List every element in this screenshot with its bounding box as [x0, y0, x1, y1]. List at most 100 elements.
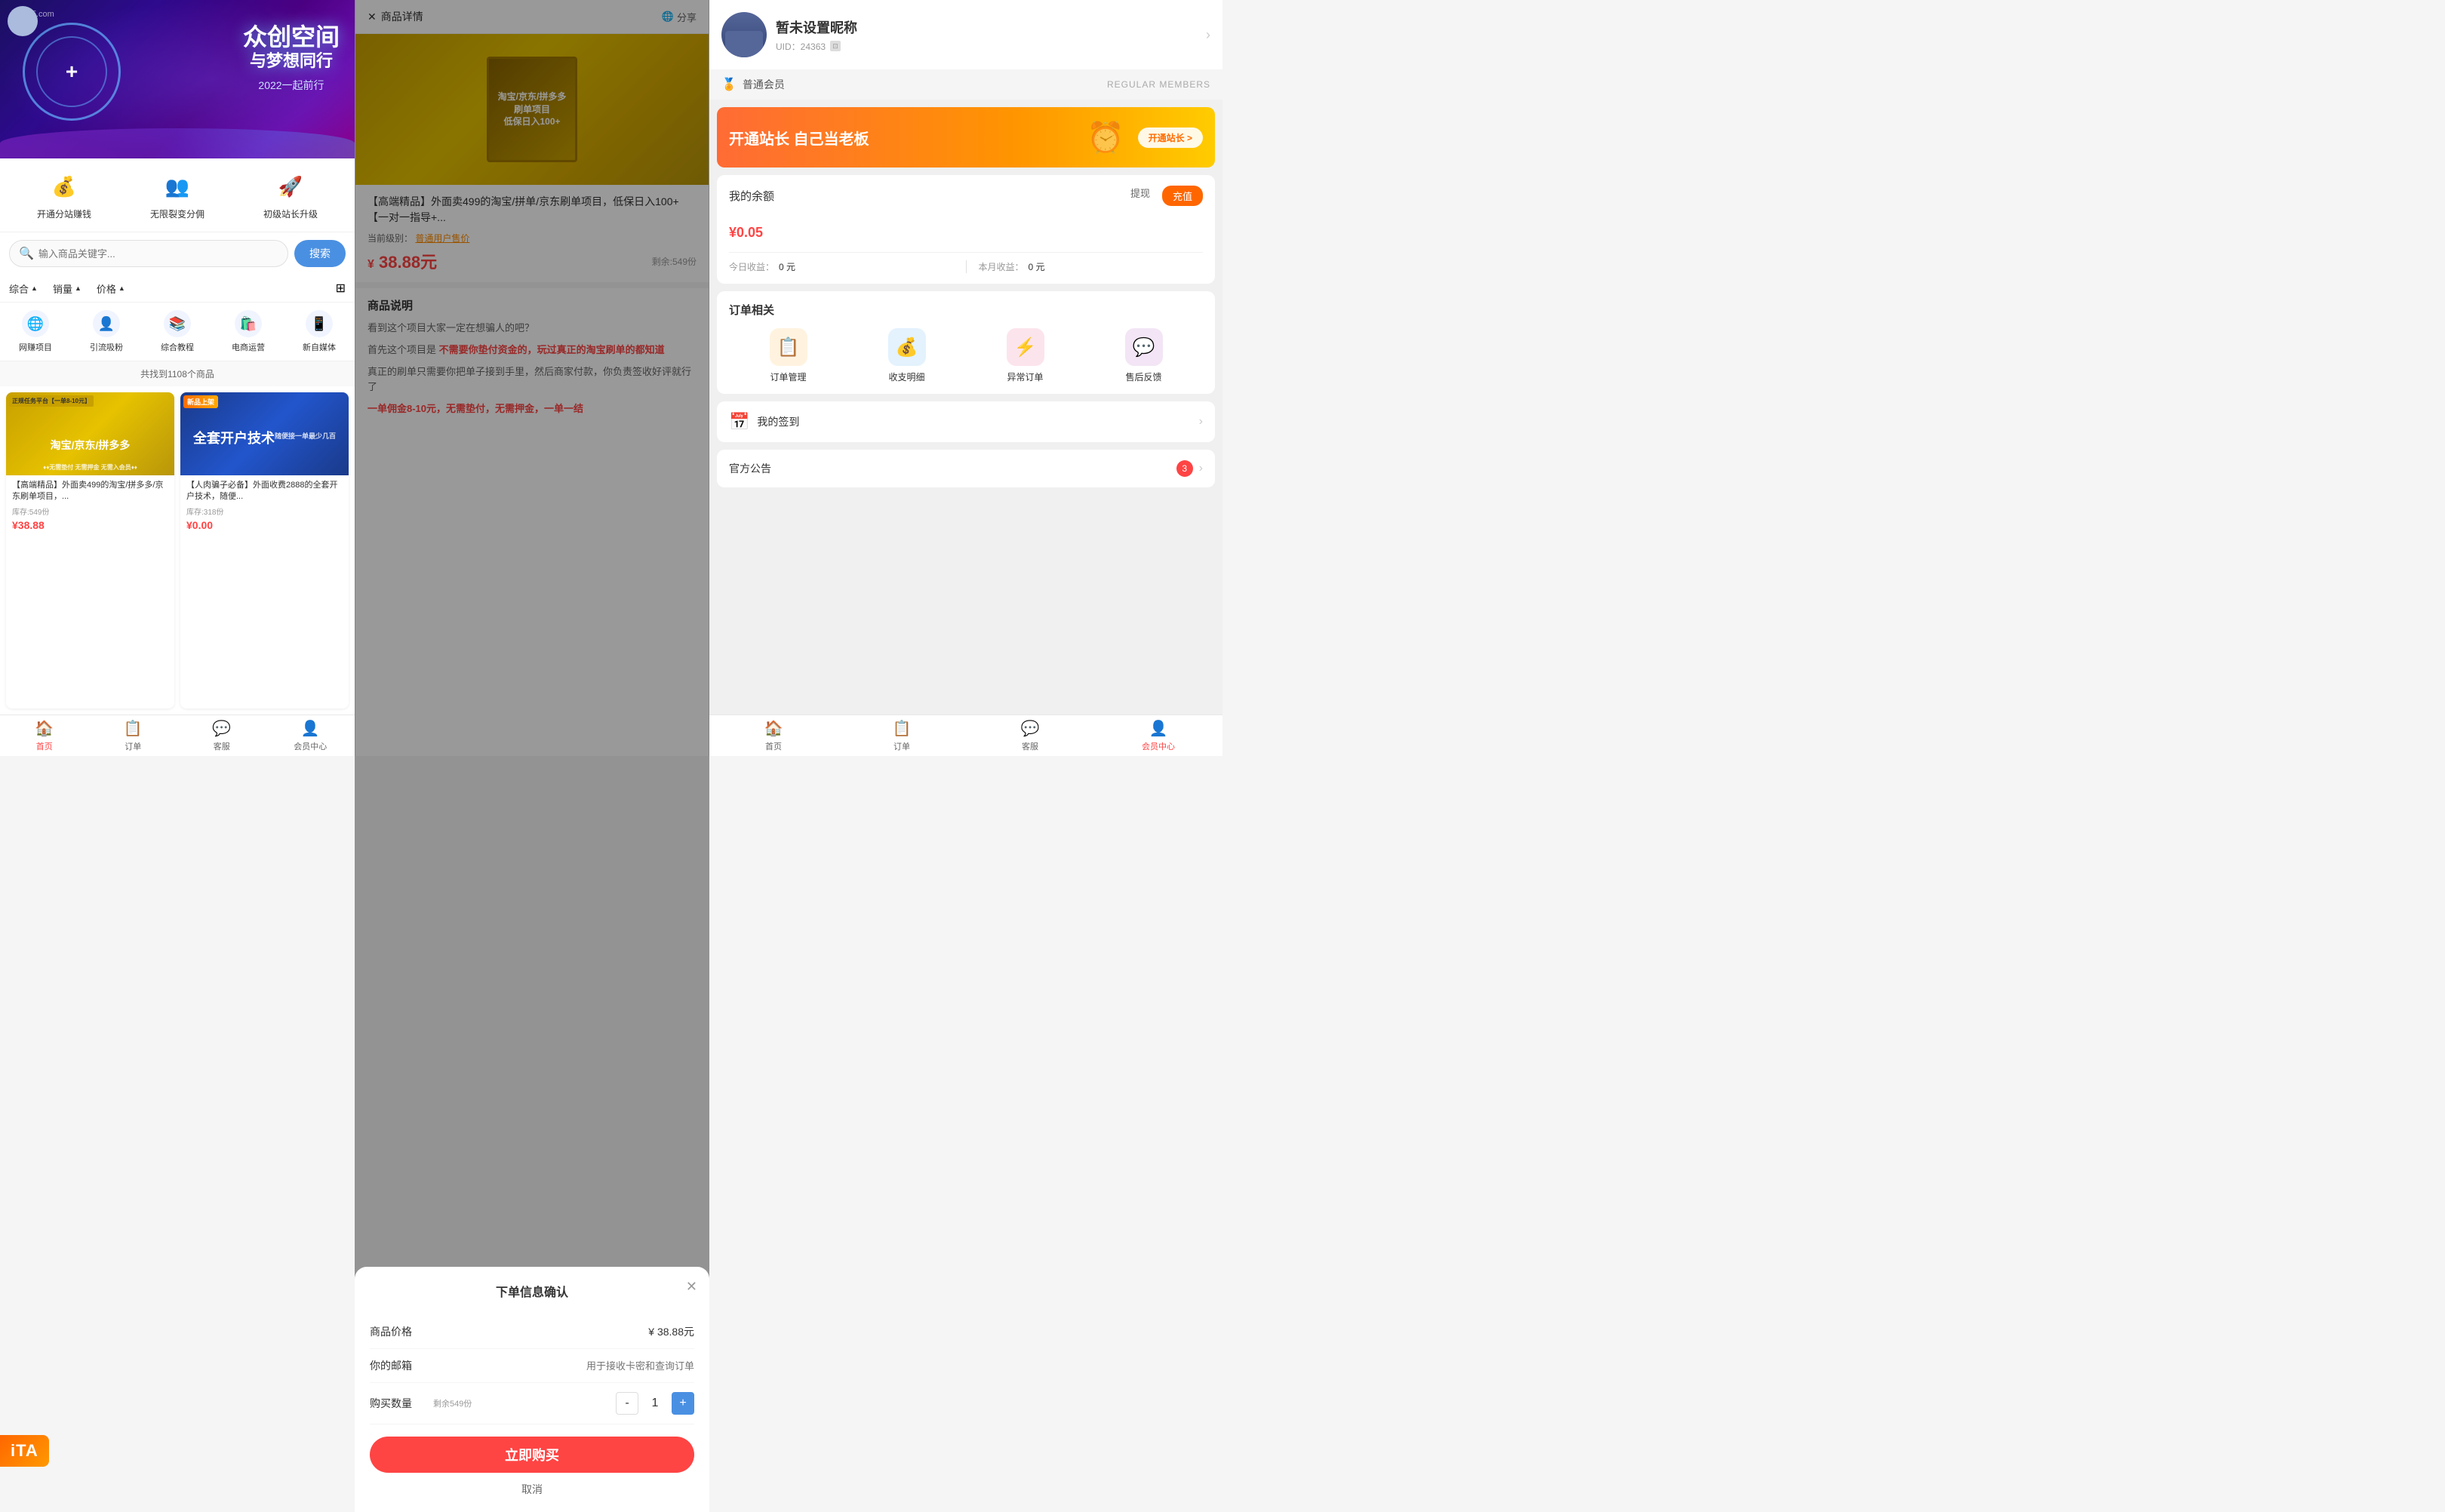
withdraw-button[interactable]: 提现	[1130, 186, 1150, 206]
modal-price-label: 商品价格	[370, 1324, 430, 1339]
order-finance-item[interactable]: 💰 收支明细	[888, 328, 926, 383]
product-name-2: 【人肉骗子必备】外面收费2888的全套开户技术，随便...	[186, 480, 343, 503]
filter-price-label: 价格	[97, 281, 116, 296]
right-member-icon: 👤	[1149, 719, 1168, 738]
modal-qty-control: - 1 +	[616, 1392, 694, 1415]
earn-icon: 💰	[48, 170, 81, 203]
filter-sales[interactable]: 销量 ▲	[53, 281, 82, 296]
cancel-link[interactable]: 取消	[370, 1482, 694, 1497]
order-feedback-icon: 💬	[1125, 328, 1163, 366]
product-img-2: 新品上架 全套开户技术 随便接一单最少几百	[180, 392, 349, 475]
quick-action-split[interactable]: 👥 无限裂变分佣	[121, 170, 234, 220]
filter-price-arrow: ▲	[118, 284, 125, 292]
balance-divider	[966, 260, 967, 273]
order-manage-label: 订单管理	[770, 370, 806, 383]
avatar	[721, 12, 767, 57]
station-text-block: 开通站长 自己当老板	[729, 127, 869, 149]
modal-qty-label: 购买数量	[370, 1396, 430, 1411]
recharge-button[interactable]: 充值	[1162, 186, 1203, 206]
category-dianshang[interactable]: 🛍️ 电商运营	[213, 310, 284, 353]
product-info-1: 【高端精品】外面卖499的淘宝/拼多多/京东刷单项目，... 库存:549份 ¥…	[6, 475, 174, 536]
modal-qty-row: 购买数量 剩余549份 - 1 +	[370, 1383, 694, 1424]
category-wangzhuan[interactable]: 🌐 网赚项目	[0, 310, 71, 353]
today-label: 今日收益：	[729, 260, 774, 273]
filter-price[interactable]: 价格 ▲	[97, 281, 125, 296]
right-nav-member[interactable]: 👤 会员中心	[1094, 715, 1222, 756]
left-bottom-nav: 🏠 首页 📋 订单 💬 客服 👤 会员中心	[0, 715, 355, 756]
balance-value: 0.05	[737, 225, 763, 240]
user-name: 暂未设置昵称	[776, 17, 1197, 37]
left-nav-order[interactable]: 📋 订单	[89, 715, 178, 756]
category-bar: 🌐 网赚项目 👤 引流吸粉 📚 综合教程 🛍️ 电商运营 📱 新自媒体	[0, 303, 355, 361]
filter-sales-label: 销量	[53, 281, 72, 296]
balance-currency: ¥	[729, 225, 737, 240]
qty-minus-button[interactable]: -	[616, 1392, 638, 1415]
buy-button[interactable]: 立即购买	[370, 1437, 694, 1473]
modal-price-value: ¥ 38.88元	[430, 1324, 694, 1339]
right-nav-home[interactable]: 🏠 首页	[709, 715, 838, 756]
member-icon-nav: 👤	[301, 719, 320, 738]
quick-actions: 💰 开通分站赚钱 👥 无限裂变分佣 🚀 初级站长升级	[0, 158, 355, 232]
product-stock-2: 库存:318份	[186, 506, 343, 517]
split-label: 无限裂变分佣	[150, 207, 205, 220]
station-open-button[interactable]: 开通站长 >	[1138, 128, 1203, 148]
station-banner[interactable]: 开通站长 自己当老板 ⏰ 开通站长 >	[717, 107, 1215, 167]
left-nav-home[interactable]: 🏠 首页	[0, 715, 89, 756]
banner-title: 众创空间	[243, 23, 340, 51]
category-xinmeiti[interactable]: 📱 新自媒体	[284, 310, 355, 353]
right-home-icon: 🏠	[764, 719, 783, 738]
upgrade-label: 初级站长升级	[263, 207, 318, 220]
right-nav-service[interactable]: 💬 客服	[966, 715, 1094, 756]
uid-copy-icon[interactable]: ⊡	[830, 41, 841, 51]
product-card-2[interactable]: 新品上架 全套开户技术 随便接一单最少几百 【人肉骗子必备】外面收费2888的全…	[180, 392, 349, 708]
order-abnormal-label: 异常订单	[1007, 370, 1043, 383]
notice-badge: 3	[1176, 460, 1193, 477]
search-bar: 🔍 搜索	[0, 232, 355, 275]
station-title: 开通站长 自己当老板	[729, 127, 869, 149]
member-text: 普通会员	[743, 77, 785, 92]
signin-arrow-icon: ›	[1199, 415, 1203, 429]
modal-email-row: 你的邮箱	[370, 1349, 694, 1383]
filter-bar: 综合 ▲ 销量 ▲ 价格 ▲ ⊞	[0, 275, 355, 303]
yinliu-icon: 👤	[93, 310, 120, 337]
modal-email-input[interactable]	[430, 1360, 694, 1372]
order-icon: 📋	[124, 719, 143, 738]
quick-action-earn[interactable]: 💰 开通分站赚钱	[8, 170, 121, 220]
user-arrow-icon[interactable]: ›	[1206, 27, 1210, 43]
month-earning: 本月收益： 0 元	[979, 260, 1204, 273]
banner-subtitle: 与梦想同行	[243, 51, 340, 71]
product-price-2: ¥0.00	[186, 519, 343, 531]
category-yinliu[interactable]: 👤 引流吸粉	[71, 310, 142, 353]
filter-comprehensive[interactable]: 综合 ▲	[9, 281, 38, 296]
product-card-1[interactable]: 正规任务平台【一单8-10元】 淘宝/京东/拼多多 ♦♦无需垫付 无需押金 无需…	[6, 392, 174, 708]
left-nav-member[interactable]: 👤 会员中心	[266, 715, 355, 756]
member-left: 🏅 普通会员	[721, 77, 785, 92]
modal-close-button[interactable]: ✕	[686, 1279, 697, 1295]
left-nav-service[interactable]: 💬 客服	[177, 715, 266, 756]
search-input[interactable]	[38, 248, 278, 260]
grid-toggle-icon[interactable]: ⊞	[336, 281, 346, 296]
balance-actions: 提现 充值	[1130, 186, 1203, 206]
modal-email-label: 你的邮箱	[370, 1358, 430, 1373]
order-manage-item[interactable]: 📋 订单管理	[770, 328, 807, 383]
order-feedback-item[interactable]: 💬 售后反馈	[1125, 328, 1163, 383]
notice-section[interactable]: 官方公告 3 ›	[717, 450, 1215, 487]
right-nav-order[interactable]: 📋 订单	[838, 715, 966, 756]
order-feedback-label: 售后反馈	[1125, 370, 1161, 383]
signin-section[interactable]: 📅 我的签到 ›	[717, 401, 1215, 442]
product-grid: 正规任务平台【一单8-10元】 淘宝/京东/拼多多 ♦♦无需垫付 无需押金 无需…	[0, 386, 355, 715]
order-abnormal-item[interactable]: ⚡ 异常订单	[1007, 328, 1044, 383]
search-button[interactable]: 搜索	[294, 240, 346, 267]
qty-plus-button[interactable]: +	[672, 1392, 694, 1415]
order-modal: 下单信息确认 ✕ 商品价格 ¥ 38.88元 你的邮箱 购买数量 剩余549份 …	[355, 1267, 709, 1512]
search-input-wrap: 🔍	[9, 240, 288, 267]
notice-arrow-icon: ›	[1199, 462, 1203, 475]
member-label: REGULAR MEMBERS	[1107, 79, 1210, 90]
quick-action-upgrade[interactable]: 🚀 初级站长升级	[234, 170, 347, 220]
filter-comprehensive-label: 综合	[9, 281, 29, 296]
order-modal-overlay: 下单信息确认 ✕ 商品价格 ¥ 38.88元 你的邮箱 购买数量 剩余549份 …	[355, 0, 709, 1512]
balance-amount: ¥0.05	[729, 215, 1203, 243]
balance-header: 我的余额 提现 充值	[729, 186, 1203, 206]
modal-qty-stock: 剩余549份	[433, 1397, 472, 1409]
category-jiaocheng[interactable]: 📚 综合教程	[142, 310, 213, 353]
